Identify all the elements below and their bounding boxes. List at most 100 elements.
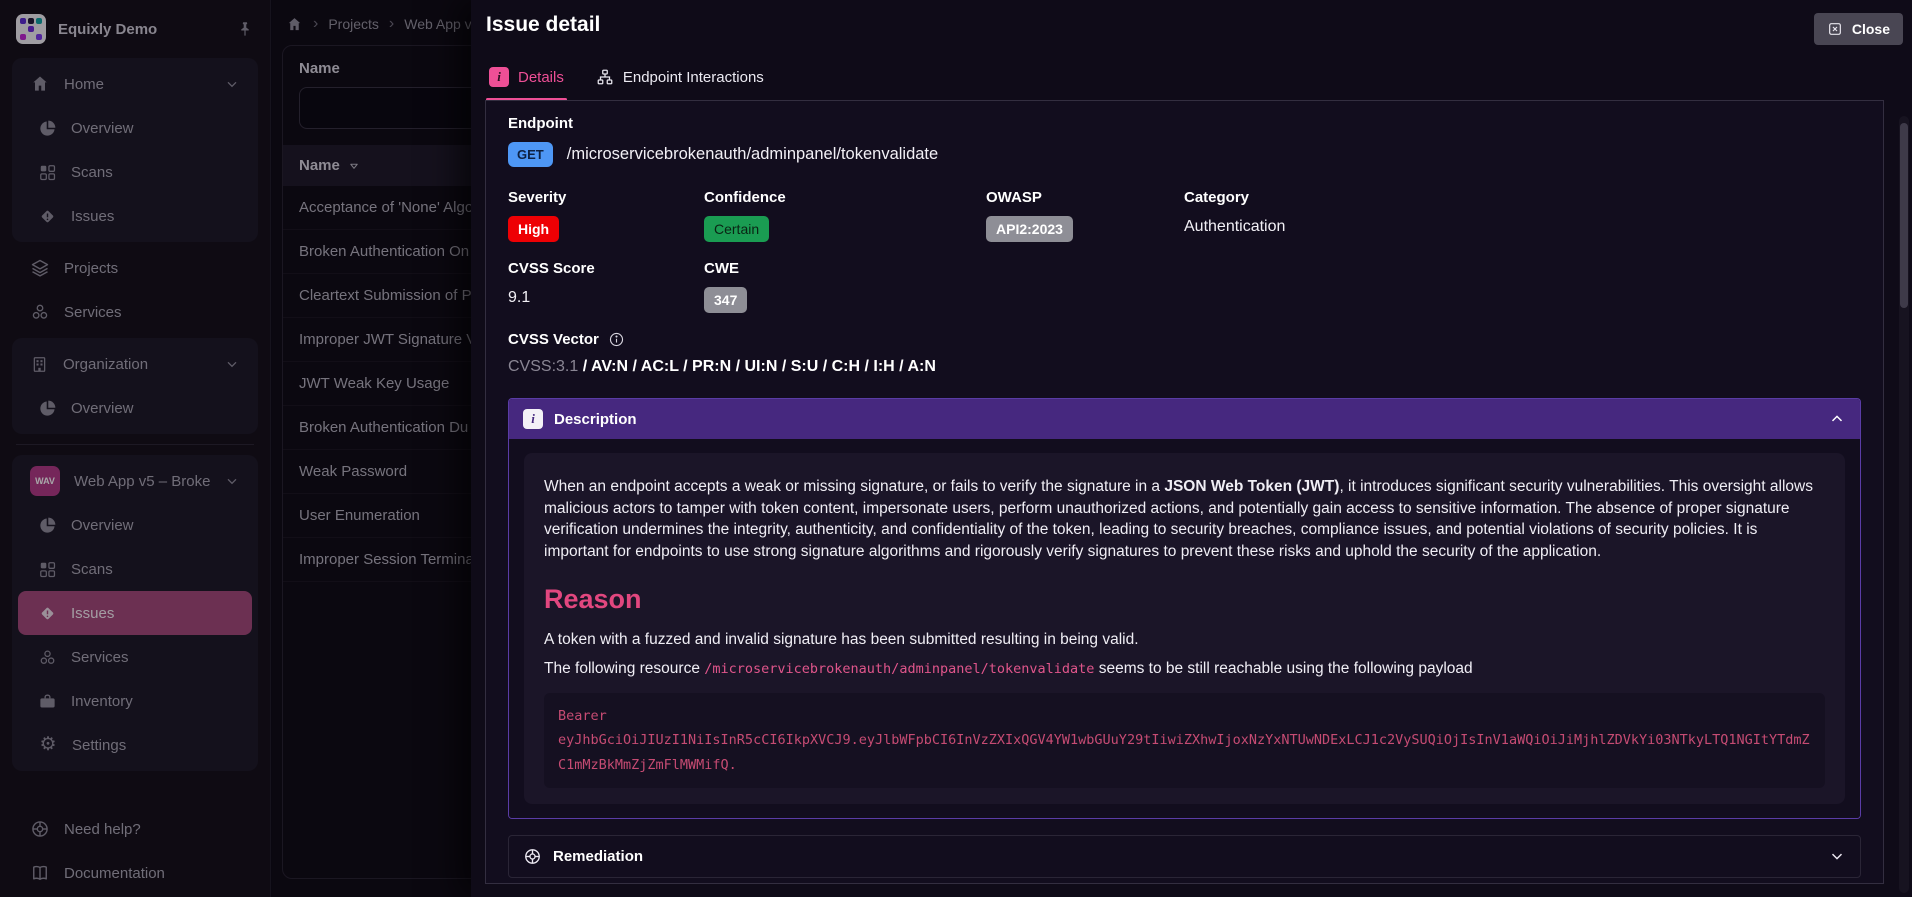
sidebar-item-organization-overview[interactable]: Overview [18,386,252,430]
sidebar-item-project-services[interactable]: Services [18,635,252,679]
tab-label: Endpoint Interactions [623,69,764,86]
page-title: Issue detail [486,13,600,37]
sidebar-item-home-overview[interactable]: Overview [18,106,252,150]
cvss-vector-label: CVSS Vector [508,331,599,348]
nav-label: Overview [71,517,240,534]
nav-label: Organization [63,356,210,373]
confidence-badge: Certain [704,216,769,242]
sidebar-item-project-scans[interactable]: Scans [18,547,252,591]
cwe-label: CWE [704,260,986,277]
description-paragraph: When an endpoint accepts a weak or missi… [544,476,1825,563]
info-icon[interactable] [608,331,625,348]
nav-label: Scans [71,561,240,578]
vertical-scrollbar[interactable] [1899,116,1909,893]
nav-label: Scans [71,164,240,181]
issue-diamond-icon [38,207,57,226]
detail-tabs: i Details Endpoint Interactions [486,59,1912,100]
cvss-score-value: 9.1 [508,289,704,307]
services-cluster-icon [38,648,57,667]
chevron-down-icon [224,356,240,372]
sidebar-item-organization[interactable]: Organization [18,342,252,386]
issue-meta-row: Severity High Confidence Certain OWASP A… [508,189,1861,242]
category-field: Category Authentication [1184,189,1861,242]
project-nav-group: WAV Web App v5 – Broken Authe... Overvie… [12,455,258,771]
nav-label: Projects [64,260,240,277]
payload-bearer-line: Bearer [558,704,1811,728]
nav-label: Settings [72,737,240,754]
project-badge: WAV [30,466,60,496]
sidebar-divider [16,444,254,445]
description-section-title: Description [554,411,637,428]
nav-label: Overview [71,120,240,137]
score-row: CVSS Score 9.1 CWE 347 [508,260,1861,313]
workspace-title: Equixly Demo [58,21,224,38]
nav-label: Issues [71,605,240,622]
home-nav-group: Home Overview Scans Issues [12,58,258,242]
remediation-section-header[interactable]: Remediation [508,835,1861,878]
breadcrumb-separator: › [313,15,318,33]
tab-label: Details [518,69,564,86]
sidebar-item-services[interactable]: Services [12,290,258,334]
description-section: i Description When an endpoint accepts a… [508,398,1861,819]
reason-paragraph-2: The following resource /microservicebrok… [544,658,1825,680]
tab-endpoint-interactions[interactable]: Endpoint Interactions [593,59,767,100]
nav-label: Services [64,304,240,321]
nav-label: Services [71,649,240,666]
scans-grid-icon [38,560,57,579]
pie-chart-icon [38,399,57,418]
description-section-header[interactable]: i Description [509,399,1860,439]
sidebar-item-home-issues[interactable]: Issues [18,194,252,238]
sidebar-item-project-inventory[interactable]: Inventory [18,679,252,723]
endpoint-row: GET /microservicebrokenauth/adminpanel/t… [508,142,1861,167]
cvss-score-label: CVSS Score [508,260,704,277]
breadcrumb-item-projects[interactable]: Projects [328,16,379,32]
description-section-body: When an endpoint accepts a weak or missi… [509,439,1860,818]
sidebar-item-project-issues[interactable]: Issues [18,591,252,635]
remediation-section-title: Remediation [553,848,643,865]
cvss-vector-metrics: / AV:N / AC:L / PR:N / UI:N / S:U / C:H … [578,358,936,375]
pin-sidebar-icon[interactable] [236,20,254,38]
sidebar-item-home[interactable]: Home [18,62,252,106]
nav-label: Issues [71,208,240,225]
sidebar-footer: Need help? Documentation [12,807,258,895]
description-content: When an endpoint accepts a weak or missi… [524,453,1845,804]
description-info-icon: i [523,409,543,429]
confidence-field: Confidence Certain [704,189,986,242]
nav-label: Need help? [64,821,240,838]
cvss-vector-field: CVSS Vector [508,331,1861,348]
endpoint-label: Endpoint [508,115,1861,132]
http-method-badge: GET [508,142,553,167]
tab-details[interactable]: i Details [486,59,567,100]
sidebar-item-documentation[interactable]: Documentation [12,851,258,895]
sidebar-item-current-project[interactable]: WAV Web App v5 – Broken Authe... [18,459,252,503]
owasp-label: OWASP [986,189,1184,206]
issue-detail-drawer: Issue detail Close i Details Endpoint In… [471,0,1912,897]
close-button-label: Close [1852,21,1890,37]
reason-heading: Reason [544,581,1825,619]
cwe-field: CWE 347 [704,260,986,313]
cvss-vector-version: CVSS:3.1 [508,358,578,375]
sidebar-item-project-overview[interactable]: Overview [18,503,252,547]
confidence-label: Confidence [704,189,986,206]
sidebar-item-home-scans[interactable]: Scans [18,150,252,194]
close-button[interactable]: Close [1814,13,1903,45]
home-icon[interactable] [286,16,303,33]
owasp-badge: API2:2023 [986,216,1073,242]
scrollbar-thumb[interactable] [1900,123,1908,308]
severity-badge: High [508,216,559,242]
sidebar-item-project-settings[interactable]: ⚙ Settings [18,723,252,767]
sidebar-item-need-help[interactable]: Need help? [12,807,258,851]
chevron-up-icon [1828,410,1846,428]
resource-path-code: /microservicebrokenauth/adminpanel/token… [704,661,1094,677]
payload-code-block: Bearer eyJhbGciOiJIUzI1NiIsInR5cCI6IkpXV… [544,693,1825,788]
sidebar-item-projects[interactable]: Projects [12,246,258,290]
chevron-down-icon [1828,847,1846,865]
building-icon [30,355,49,374]
cwe-badge: 347 [704,287,747,313]
book-icon [30,863,50,883]
nav-label: Overview [71,400,240,417]
nav-label: Web App v5 – Broken Authe... [74,473,210,490]
breadcrumb-item-webapp[interactable]: Web App v5 [404,16,479,32]
sidebar: Equixly Demo Home Overview Scans Issues … [0,0,271,897]
column-header-name: Name [299,157,340,174]
